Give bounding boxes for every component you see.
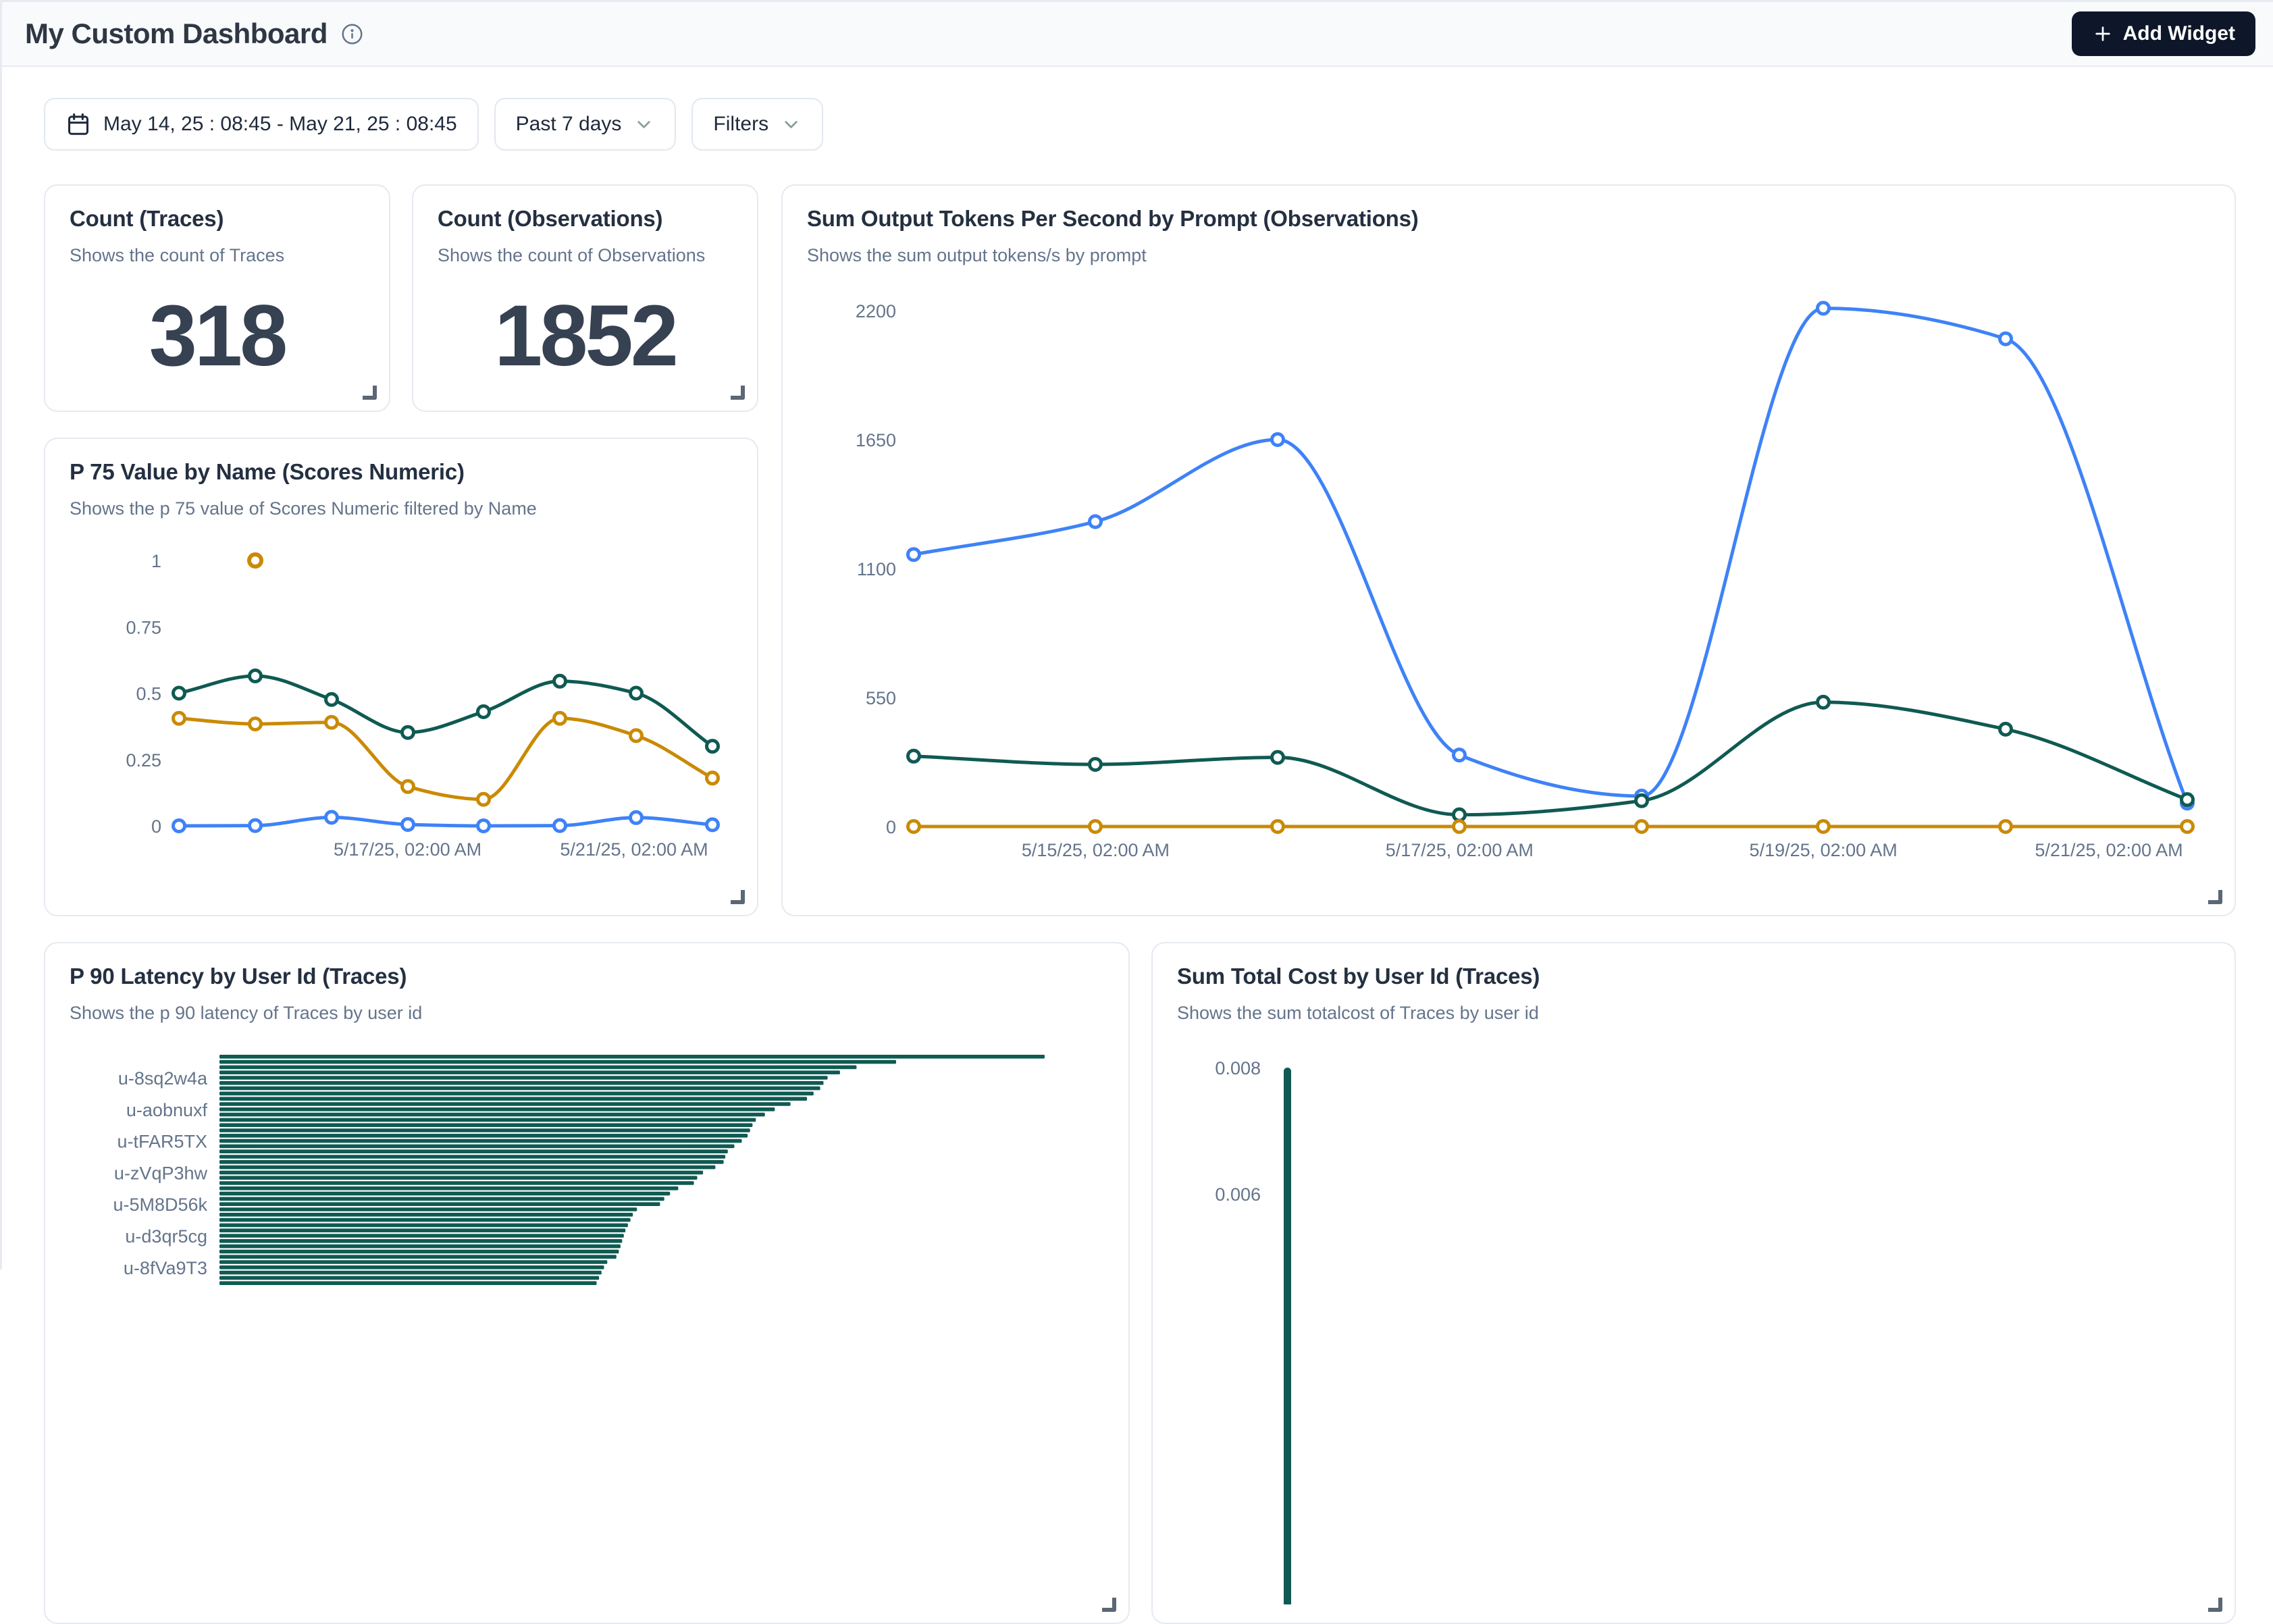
widget-p75-scores: P 75 Value by Name (Scores Numeric) Show…: [44, 438, 758, 916]
time-preset-dropdown[interactable]: Past 7 days: [494, 98, 677, 151]
page-title: My Custom Dashboard: [25, 18, 328, 50]
svg-text:u-zVqP3hw: u-zVqP3hw: [114, 1163, 208, 1183]
top-header: My Custom Dashboard Add Widget: [2, 2, 2273, 67]
widget-title: P 90 Latency by User Id (Traces): [70, 964, 1104, 989]
calendar-icon: [66, 111, 91, 137]
widget-title: Sum Total Cost by User Id (Traces): [1177, 964, 2210, 989]
svg-text:0.006: 0.006: [1215, 1184, 1261, 1205]
filters-dropdown[interactable]: Filters: [691, 98, 823, 151]
widget-title: Count (Observations): [438, 206, 733, 232]
svg-text:u-tFAR5TX: u-tFAR5TX: [117, 1132, 207, 1152]
resize-handle-icon[interactable]: [1102, 1598, 1116, 1612]
widget-title: Count (Traces): [70, 206, 365, 232]
widget-subtitle: Shows the sum output tokens/s by prompt: [807, 245, 2210, 266]
plus-icon: [2092, 23, 2114, 45]
svg-text:5/15/25, 02:00 AM: 5/15/25, 02:00 AM: [1022, 840, 1170, 860]
chevron-down-icon: [781, 114, 802, 135]
svg-text:u-d3qr5cg: u-d3qr5cg: [125, 1226, 207, 1247]
svg-text:2200: 2200: [856, 301, 896, 321]
svg-text:0.25: 0.25: [126, 750, 161, 770]
filter-toolbar: May 14, 25 : 08:45 - May 21, 25 : 08:45 …: [2, 67, 2273, 151]
chevron-down-icon: [633, 114, 654, 135]
big-number-value: 318: [45, 266, 389, 411]
svg-text:1650: 1650: [856, 430, 896, 450]
widget-title: P 75 Value by Name (Scores Numeric): [70, 459, 733, 485]
widget-subtitle: Shows the count of Observations: [438, 245, 733, 266]
widget-output-tokens: Sum Output Tokens Per Second by Prompt (…: [781, 184, 2236, 916]
svg-text:0.5: 0.5: [136, 684, 161, 704]
widget-count-observations: Count (Observations) Shows the count of …: [412, 184, 758, 412]
p75-line-chart: 0 0.25 0.5 0.75 1 5/17/25, 02:00 AM 5/21/25, 0…: [70, 533, 733, 901]
date-range-button[interactable]: May 14, 25 : 08:45 - May 21, 25 : 08:45: [44, 98, 479, 151]
widget-title: Sum Output Tokens Per Second by Prompt (…: [807, 206, 2210, 232]
widget-subtitle: Shows the p 90 latency of Traces by user…: [70, 1003, 1104, 1024]
svg-text:550: 550: [866, 688, 896, 708]
svg-text:u-5M8D56k: u-5M8D56k: [113, 1195, 207, 1215]
widget-count-traces: Count (Traces) Shows the count of Traces…: [44, 184, 390, 412]
svg-text:0.75: 0.75: [126, 617, 161, 637]
resize-handle-icon[interactable]: [2208, 1598, 2222, 1612]
info-icon[interactable]: [341, 23, 363, 45]
svg-text:5/21/25, 02:00 AM: 5/21/25, 02:00 AM: [2035, 840, 2183, 860]
resize-handle-icon[interactable]: [363, 386, 377, 400]
widget-subtitle: Shows the p 75 value of Scores Numeric f…: [70, 498, 733, 519]
svg-text:0: 0: [886, 817, 896, 837]
widget-total-cost: Sum Total Cost by User Id (Traces) Shows…: [1151, 942, 2236, 1624]
svg-text:0.008: 0.008: [1215, 1058, 1261, 1078]
svg-text:5/17/25, 02:00 AM: 5/17/25, 02:00 AM: [334, 839, 481, 860]
add-widget-button[interactable]: Add Widget: [2072, 11, 2255, 56]
add-widget-label: Add Widget: [2123, 22, 2235, 45]
resize-handle-icon[interactable]: [2208, 890, 2222, 904]
svg-text:u-aobnuxf: u-aobnuxf: [126, 1100, 208, 1120]
tokens-line-chart: 0 550 1100 1650 2200 5/15/25, 02:00 AM 5/17/25…: [807, 271, 2210, 903]
date-range-label: May 14, 25 : 08:45 - May 21, 25 : 08:45: [103, 113, 457, 136]
filters-label: Filters: [713, 113, 768, 136]
latency-bar-chart: u-8sq2w4a u-aobnuxf u-tFAR5TX u-zVqP3hw u-5M…: [70, 1037, 1104, 1608]
svg-text:5/19/25, 02:00 AM: 5/19/25, 02:00 AM: [1750, 840, 1898, 860]
svg-text:5/17/25, 02:00 AM: 5/17/25, 02:00 AM: [1386, 840, 1534, 860]
svg-text:0: 0: [151, 816, 161, 837]
svg-text:1: 1: [151, 551, 161, 571]
time-preset-label: Past 7 days: [516, 113, 622, 136]
widget-subtitle: Shows the sum totalcost of Traces by use…: [1177, 1003, 2210, 1024]
cost-bar-chart: 0.008 0.006: [1177, 1037, 2210, 1608]
resize-handle-icon[interactable]: [731, 890, 745, 904]
widget-p90-latency: P 90 Latency by User Id (Traces) Shows t…: [44, 942, 1130, 1624]
svg-text:5/21/25, 02:00 AM: 5/21/25, 02:00 AM: [560, 839, 708, 860]
svg-text:u-8fVa9T3: u-8fVa9T3: [124, 1258, 207, 1278]
resize-handle-icon[interactable]: [731, 386, 745, 400]
big-number-value: 1852: [413, 266, 757, 411]
svg-text:1100: 1100: [857, 559, 896, 579]
svg-text:u-8sq2w4a: u-8sq2w4a: [118, 1068, 208, 1089]
dashboard-page: My Custom Dashboard Add Widget May 14, 2…: [0, 0, 2273, 1269]
widget-subtitle: Shows the count of Traces: [70, 245, 365, 266]
widget-grid: Count (Traces) Shows the count of Traces…: [2, 184, 2273, 1624]
